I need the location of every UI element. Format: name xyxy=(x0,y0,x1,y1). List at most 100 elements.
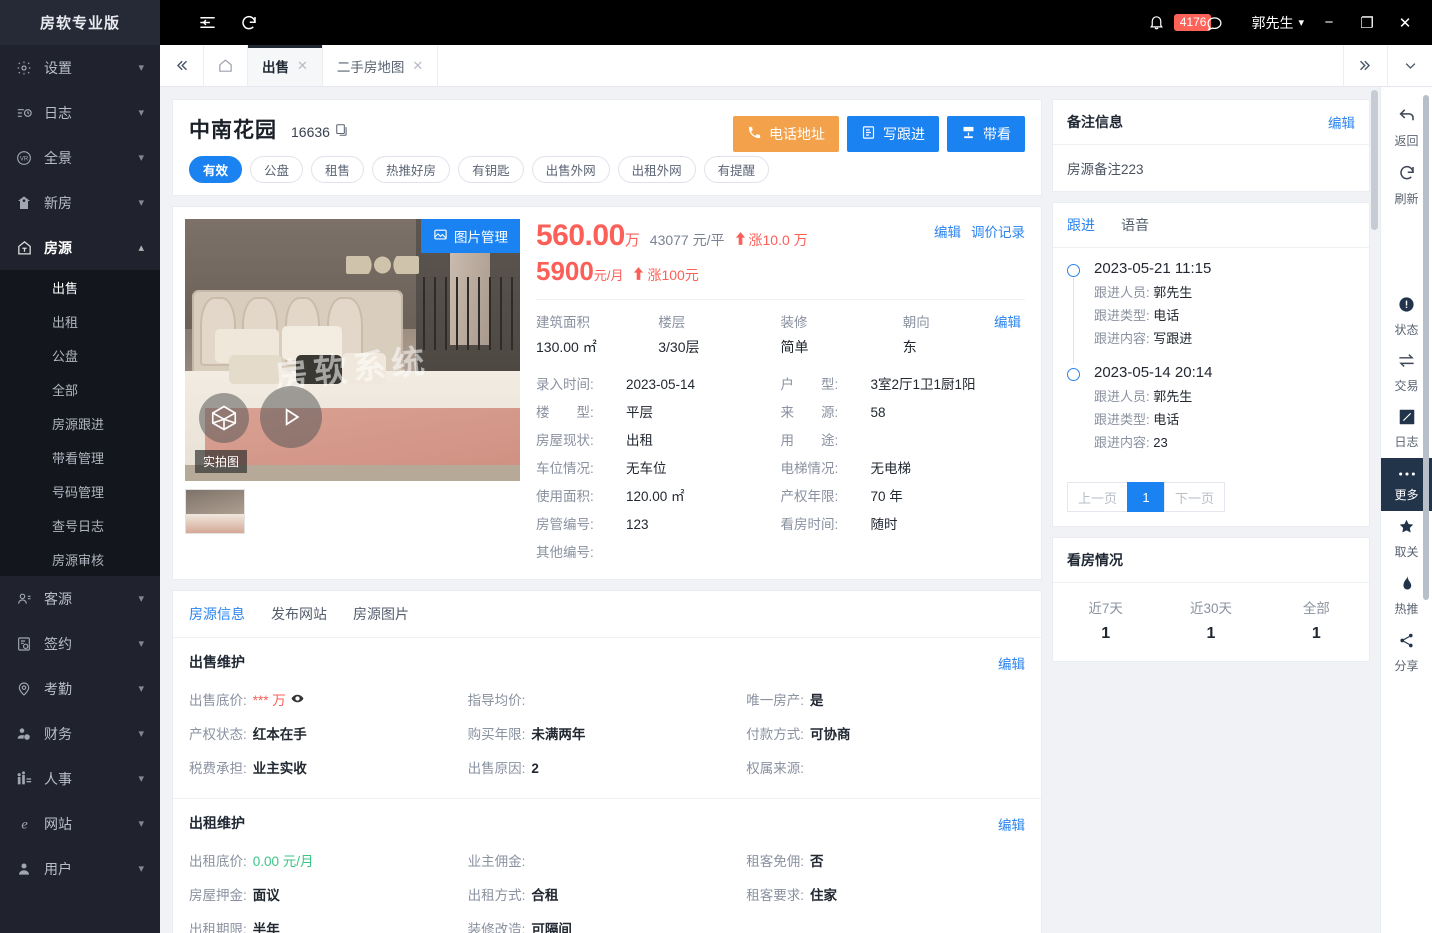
photo-thumbnail[interactable] xyxy=(185,489,245,534)
prev-page-button[interactable]: 上一页 xyxy=(1067,482,1129,512)
tab-secondhand-map[interactable]: 二手房地图 ✕ xyxy=(323,45,439,86)
field-tax-burden: 税费承担: 业主实收 xyxy=(189,752,468,786)
vr-cube-icon[interactable] xyxy=(199,393,249,443)
sidebar-item-number-log[interactable]: 查号日志 xyxy=(0,508,160,542)
sidebar-item-panorama[interactable]: VR 全景 ▾ xyxy=(0,135,160,180)
tab-sale[interactable]: 出售 ✕ xyxy=(248,45,323,86)
eye-icon[interactable] xyxy=(291,684,304,718)
sidebar-item-hr[interactable]: 人事 ▾ xyxy=(0,756,160,801)
next-page-button[interactable]: 下一页 xyxy=(1164,482,1226,512)
tab-listing-info[interactable]: 房源信息 xyxy=(189,604,245,624)
content-scrollbar[interactable] xyxy=(1371,90,1378,230)
tag-sale-external[interactable]: 出售外网 xyxy=(531,156,610,183)
sidebar-item-public-pool[interactable]: 公盘 xyxy=(0,338,160,372)
sidebar-item-newhouse[interactable]: 新房 ▾ xyxy=(0,180,160,225)
notification-badge[interactable]: 4176 xyxy=(1173,14,1222,31)
tab-publish-sites[interactable]: 发布网站 xyxy=(271,604,327,624)
svg-text:VR: VR xyxy=(20,156,29,162)
rail-share-button[interactable]: 分享 xyxy=(1381,625,1432,682)
detail-layout: 户 型: 3室2厅1卫1厨1阳 xyxy=(781,371,1026,399)
close-button[interactable]: ✕ xyxy=(1386,0,1424,45)
refresh-icon[interactable] xyxy=(228,0,270,45)
status-badge[interactable]: 有效 xyxy=(189,156,243,183)
sidebar-item-listing-audit[interactable]: 房源审核 xyxy=(0,542,160,576)
stat-label: 近7天 xyxy=(1088,601,1123,616)
timeline-dot-icon xyxy=(1067,264,1080,277)
minimize-button[interactable]: − xyxy=(1310,0,1348,45)
rail-scrollbar[interactable] xyxy=(1423,95,1429,600)
maximize-button[interactable]: ❐ xyxy=(1348,0,1386,45)
home-icon[interactable] xyxy=(204,45,248,86)
sidebar-item-contract[interactable]: 签约 ▾ xyxy=(0,621,160,666)
chat-icon[interactable] xyxy=(1206,15,1223,35)
picture-manage-button[interactable]: 图片管理 xyxy=(421,219,520,253)
field-value: 红本在手 xyxy=(252,727,307,742)
remark-edit-link[interactable]: 编辑 xyxy=(1328,112,1355,132)
phone-address-button[interactable]: 电话地址 xyxy=(733,116,839,152)
tab-listing-photos[interactable]: 房源图片 xyxy=(353,604,409,624)
tab-voice[interactable]: 语音 xyxy=(1121,215,1149,235)
tag-has-key[interactable]: 有钥匙 xyxy=(458,156,524,183)
rail-label: 日志 xyxy=(1394,435,1419,449)
sidebar-item-website[interactable]: e 网站 ▾ xyxy=(0,801,160,846)
tag-rent-sale[interactable]: 租售 xyxy=(311,156,365,183)
specs-edit-link[interactable]: 编辑 xyxy=(994,311,1021,331)
main-area: 4176 郭先生 ▾ − ❐ ✕ 出售 ✕ 二手房地图 ✕ 中南花园 16636… xyxy=(160,0,1432,933)
sidebar-item-log[interactable]: 日志 ▾ xyxy=(0,90,160,135)
sidebar-item-listings[interactable]: 房源 ▴ xyxy=(0,225,160,270)
detail-label: 房管编号: xyxy=(536,517,594,532)
viewing-button[interactable]: 带看 xyxy=(947,116,1025,152)
sidebar-item-all[interactable]: 全部 xyxy=(0,372,160,406)
sidebar-item-rent[interactable]: 出租 xyxy=(0,304,160,338)
price-history-link[interactable]: 调价记录 xyxy=(971,221,1025,241)
tag-rent-external[interactable]: 出租外网 xyxy=(617,156,696,183)
detail-label: 其他编号: xyxy=(536,545,594,560)
double-chevron-right-icon[interactable] xyxy=(1344,45,1388,86)
close-icon[interactable]: ✕ xyxy=(412,58,423,74)
rent-edit-link[interactable]: 编辑 xyxy=(998,814,1025,834)
tabstrip-more-icon[interactable] xyxy=(1388,45,1432,86)
listing-photo[interactable]: 房软系统 图片管理 实拍图 xyxy=(185,219,520,481)
follow-entry-body: 2023-05-14 20:14 跟进人员: 郭先生 跟进类型: 电话 跟进内容… xyxy=(1080,364,1355,454)
sidebar-item-listing-follow[interactable]: 房源跟进 xyxy=(0,406,160,440)
double-chevron-left-icon[interactable] xyxy=(160,45,204,86)
sidebar-item-settings[interactable]: 设置 ▾ xyxy=(0,45,160,90)
sidebar-item-attendance[interactable]: 考勤 ▾ xyxy=(0,666,160,711)
tabstrip: 出售 ✕ 二手房地图 ✕ xyxy=(160,45,1432,87)
sidebar-item-finance[interactable]: 财务 ▾ xyxy=(0,711,160,756)
detail-current-status: 房屋现状: 出租 xyxy=(536,427,781,455)
panel-title: 看房情况 xyxy=(1067,552,1123,568)
copy-icon[interactable] xyxy=(335,123,349,142)
detail-source: 来 源: 58 xyxy=(781,399,1026,427)
tag-public-pool[interactable]: 公盘 xyxy=(250,156,304,183)
tab-follow[interactable]: 跟进 xyxy=(1067,215,1095,235)
price-edit-link[interactable]: 编辑 xyxy=(934,221,961,241)
listing-number: 16636 xyxy=(291,124,330,140)
page-number-1[interactable]: 1 xyxy=(1127,482,1166,512)
play-icon[interactable] xyxy=(260,386,322,448)
field-rent-floor-price: 出租底价: 0.00 元/月 xyxy=(189,845,468,879)
bell-icon[interactable] xyxy=(1142,14,1172,31)
write-follow-button[interactable]: 写跟进 xyxy=(847,116,939,152)
sidebar-item-number-mgmt[interactable]: 号码管理 xyxy=(0,474,160,508)
sidebar-item-viewing-mgmt[interactable]: 带看管理 xyxy=(0,440,160,474)
user-menu[interactable]: 郭先生 ▾ xyxy=(1251,13,1304,33)
rent-maintenance-section: 出租维护 编辑 出租底价: 0.00 元/月 业主佣金: 租客免佣: 否 房屋押金:… xyxy=(173,799,1041,933)
close-icon[interactable]: ✕ xyxy=(297,58,308,74)
sale-edit-link[interactable]: 编辑 xyxy=(998,653,1025,673)
attendance-icon xyxy=(16,681,38,697)
tag-hot-listing[interactable]: 热推好房 xyxy=(372,156,451,183)
sidebar-item-user[interactable]: 用户 ▾ xyxy=(0,846,160,891)
image-icon xyxy=(433,227,448,245)
detail-value: 58 xyxy=(870,405,886,420)
chevron-down-icon: ▾ xyxy=(138,683,144,695)
tag-has-reminder[interactable]: 有提醒 xyxy=(703,156,770,183)
sidebar-item-sale[interactable]: 出售 xyxy=(0,270,160,304)
chevron-down-icon: ▾ xyxy=(138,197,144,209)
sidebar-item-clients[interactable]: 客源 ▾ xyxy=(0,576,160,621)
field-label: 房屋押金: xyxy=(189,888,247,903)
spec-decoration: 装修 简单 xyxy=(781,311,903,357)
sale-price-change: 涨10.0 万 xyxy=(735,230,808,250)
spec-value: 3/30层 xyxy=(658,339,700,355)
collapse-menu-icon[interactable] xyxy=(186,0,228,45)
